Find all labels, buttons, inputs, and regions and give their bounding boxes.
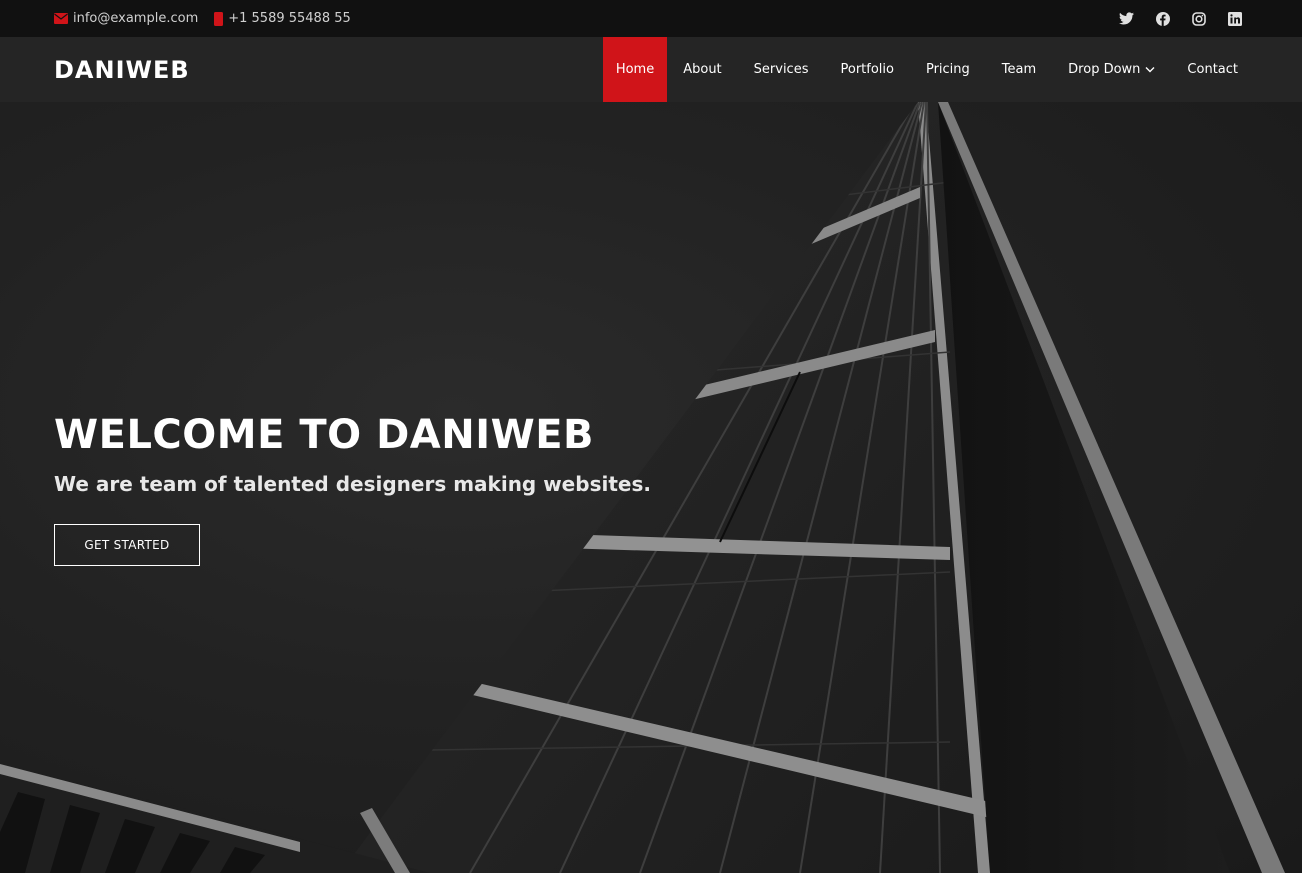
hero-content: WELCOME TO DANIWEB We are team of talent… bbox=[54, 412, 651, 566]
get-started-button[interactable]: GET STARTED bbox=[54, 524, 200, 566]
phone-text: +1 5589 55488 55 bbox=[228, 11, 351, 26]
linkedin-icon[interactable] bbox=[1228, 11, 1242, 26]
nav-services[interactable]: Services bbox=[738, 37, 825, 102]
nav-portfolio[interactable]: Portfolio bbox=[824, 37, 909, 102]
nav-team[interactable]: Team bbox=[986, 37, 1052, 102]
contact-info: info@example.com +1 5589 55488 55 bbox=[54, 11, 351, 26]
twitter-icon[interactable] bbox=[1119, 12, 1134, 25]
topbar: info@example.com +1 5589 55488 55 bbox=[0, 0, 1302, 37]
nav-home[interactable]: Home bbox=[602, 37, 668, 102]
main-header: DANIWEB Home About Services Portfolio Pr… bbox=[0, 37, 1302, 102]
hero-subtitle: We are team of talented designers making… bbox=[54, 472, 651, 496]
phone-contact[interactable]: +1 5589 55488 55 bbox=[214, 11, 351, 26]
hero-title: WELCOME TO DANIWEB bbox=[54, 412, 595, 458]
social-links bbox=[1119, 11, 1242, 26]
phone-icon bbox=[214, 11, 224, 26]
nav-about[interactable]: About bbox=[667, 37, 737, 102]
main-nav: Home About Services Portfolio Pricing Te… bbox=[602, 37, 1302, 102]
nav-pricing[interactable]: Pricing bbox=[910, 37, 986, 102]
nav-dropdown-label: Drop Down bbox=[1068, 62, 1141, 77]
email-text: info@example.com bbox=[73, 11, 199, 26]
site-logo[interactable]: DANIWEB bbox=[54, 56, 190, 84]
email-contact[interactable]: info@example.com bbox=[54, 11, 198, 26]
hero-section: WELCOME TO DANIWEB We are team of talent… bbox=[0, 102, 1302, 873]
chevron-down-icon bbox=[1145, 66, 1155, 73]
envelope-icon bbox=[54, 13, 68, 24]
facebook-icon[interactable] bbox=[1156, 11, 1170, 26]
instagram-icon[interactable] bbox=[1192, 11, 1206, 26]
nav-contact[interactable]: Contact bbox=[1171, 37, 1254, 102]
nav-dropdown[interactable]: Drop Down bbox=[1052, 37, 1171, 102]
